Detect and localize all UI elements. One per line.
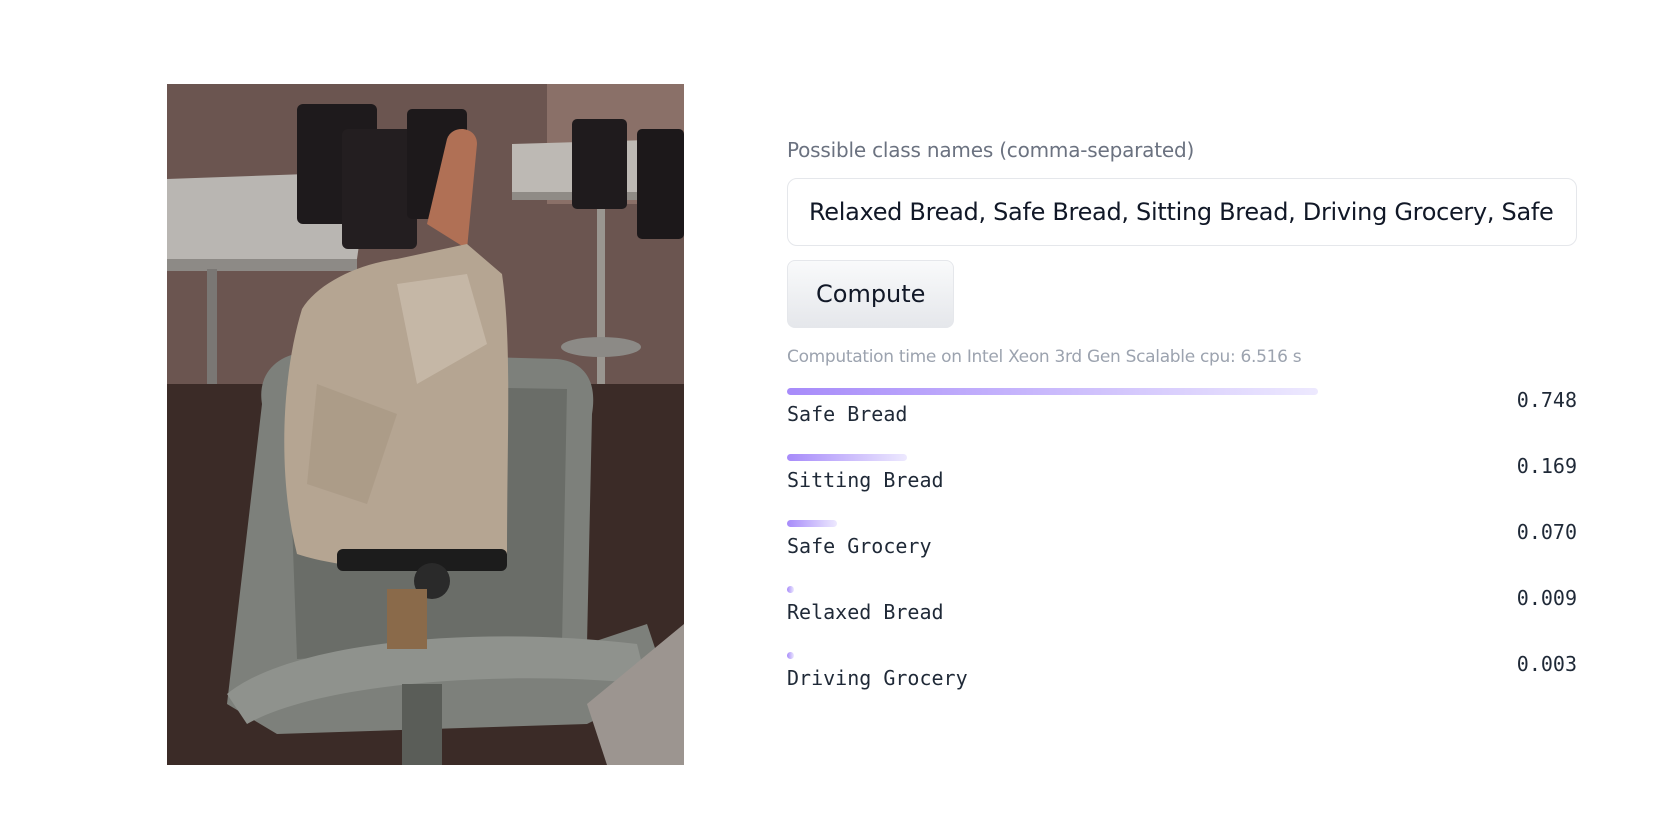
page: Possible class names (comma-separated) C… [0,0,1680,840]
result-label: Safe Grocery [787,534,932,558]
confidence-bar [787,454,907,461]
confidence-bar-track [787,652,1497,659]
result-row: Safe Bread 0.748 [787,388,1577,454]
result-row: Relaxed Bread 0.009 [787,586,1577,652]
result-score: 0.003 [1516,652,1577,676]
confidence-bar-track [787,520,1497,527]
result-score: 0.748 [1516,388,1577,412]
result-row: Safe Grocery 0.070 [787,520,1577,586]
result-score: 0.009 [1516,586,1577,610]
input-photo [167,84,684,765]
result-row: Sitting Bread 0.169 [787,454,1577,520]
photo-image [167,84,684,765]
result-label: Sitting Bread [787,468,944,492]
result-score: 0.169 [1516,454,1577,478]
computation-time-text: Computation time on Intel Xeon 3rd Gen S… [787,347,1302,367]
result-label: Relaxed Bread [787,600,944,624]
result-label: Driving Grocery [787,666,968,690]
confidence-bar [787,388,1319,395]
classification-panel: Possible class names (comma-separated) C… [787,136,1577,718]
confidence-bar [787,520,837,527]
confidence-bar-track [787,388,1497,395]
class-names-input[interactable] [787,178,1577,246]
confidence-bar-track [787,586,1497,593]
result-label: Safe Bread [787,402,908,426]
result-row: Driving Grocery 0.003 [787,652,1577,718]
compute-button[interactable]: Compute [787,260,955,328]
confidence-bar [787,652,794,659]
confidence-bar [787,586,794,593]
class-names-label: Possible class names (comma-separated) [787,138,1195,162]
results-list: Safe Bread 0.748 Sitting Bread 0.169 Saf… [787,388,1577,718]
confidence-bar-track [787,454,1497,461]
result-score: 0.070 [1516,520,1577,544]
